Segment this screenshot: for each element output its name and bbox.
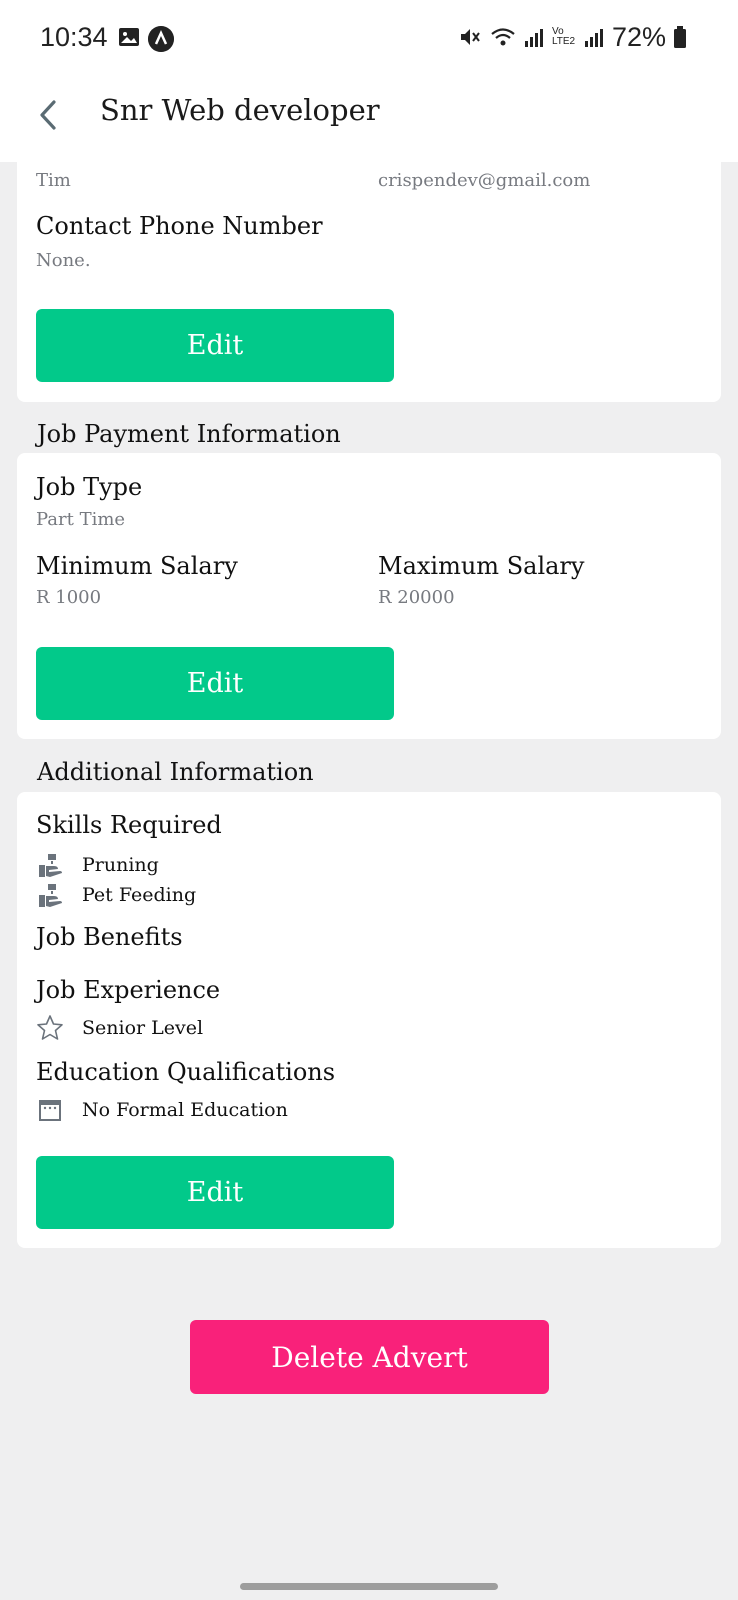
skill-item: Pruning — [36, 851, 159, 879]
min-salary-label: Minimum Salary — [36, 552, 238, 580]
mute-icon — [460, 29, 480, 45]
additional-section-heading: Additional Information — [37, 758, 314, 786]
app-header: Snr Web developer — [0, 78, 738, 162]
certificate-icon — [39, 1100, 61, 1121]
gallery-icon — [119, 28, 139, 46]
experience-value: Senior Level — [82, 1017, 204, 1039]
battery-percentage: 72% — [611, 21, 666, 52]
wifi-icon — [491, 28, 515, 46]
payment-section-heading: Job Payment Information — [37, 420, 341, 448]
skill-item: Pet Feeding — [36, 881, 196, 909]
education-item: No Formal Education — [36, 1096, 288, 1124]
min-salary-value: R 1000 — [36, 587, 102, 608]
skills-label: Skills Required — [36, 811, 222, 839]
status-indicators: Vo LTE2 72% — [458, 22, 686, 52]
edit-payment-button[interactable]: Edit — [36, 647, 394, 720]
back-chevron-icon[interactable] — [30, 92, 70, 138]
payment-card: Job Type Part Time Minimum Salary R 1000… — [17, 453, 721, 739]
benefits-label: Job Benefits — [36, 923, 183, 951]
status-bar: 10:34 Vo LTE2 72% — [0, 0, 738, 78]
contact-phone-value: None. — [36, 250, 91, 271]
page-title: Snr Web developer — [100, 93, 380, 127]
star-icon — [37, 1015, 63, 1040]
job-type-value: Part Time — [36, 509, 126, 530]
max-salary-label: Maximum Salary — [378, 552, 585, 580]
contact-email: crispendev@gmail.com — [378, 170, 591, 191]
hand-tool-icon — [39, 884, 62, 907]
hand-tool-icon — [39, 854, 62, 877]
education-label: Education Qualifications — [36, 1058, 336, 1086]
skill-label: Pruning — [82, 854, 159, 876]
delete-advert-button[interactable]: Delete Advert — [190, 1320, 549, 1394]
contact-card: Tim crispendev@gmail.com Contact Phone N… — [17, 162, 721, 402]
battery-icon — [674, 26, 686, 48]
edit-additional-button[interactable]: Edit — [36, 1156, 394, 1229]
experience-label: Job Experience — [36, 976, 221, 1004]
job-type-label: Job Type — [36, 473, 143, 501]
education-value: No Formal Education — [82, 1099, 288, 1121]
signal-icon-2 — [584, 29, 603, 47]
status-time: 10:34 — [40, 22, 108, 52]
contact-name: Tim — [36, 170, 71, 191]
app-notification-icon — [148, 26, 174, 52]
signal-icon — [524, 29, 543, 47]
contact-phone-label: Contact Phone Number — [36, 212, 323, 240]
max-salary-value: R 20000 — [378, 587, 455, 608]
additional-card: Skills Required Pruning Pet Feeding Job … — [17, 792, 721, 1248]
skill-label: Pet Feeding — [82, 884, 197, 906]
edit-contact-button[interactable]: Edit — [36, 309, 394, 382]
experience-item: Senior Level — [36, 1014, 203, 1042]
home-indicator[interactable] — [240, 1583, 498, 1590]
network-type-label: Vo LTE2 — [551, 26, 576, 47]
